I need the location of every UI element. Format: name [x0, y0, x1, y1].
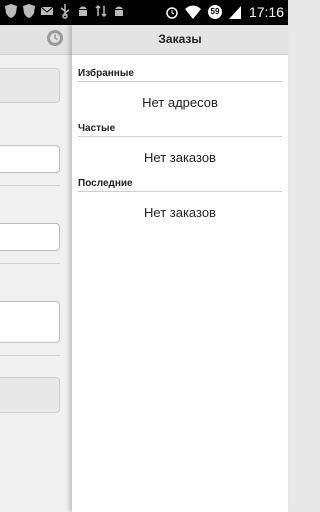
orders-drawer: Заказы Избранные Нет адресов Частые Нет …: [72, 25, 288, 512]
recent-section: Последние Нет заказов: [78, 177, 282, 220]
drawer-header: Заказы: [72, 25, 288, 55]
comment-field[interactable]: [0, 301, 60, 343]
section-label: Избранные: [78, 68, 134, 79]
divider: [0, 355, 60, 356]
drawer-title-text: Заказы: [158, 32, 202, 46]
section-label: Частые: [78, 123, 116, 134]
shield-icon: [5, 4, 17, 18]
battery-level: 59: [210, 7, 220, 16]
battery-icon: 59: [207, 4, 223, 20]
input-field[interactable]: [0, 223, 60, 251]
alarm-clock-icon: [166, 7, 178, 19]
drawer-title: Заказы: [72, 32, 288, 46]
favorites-section: Избранные Нет адресов: [78, 67, 282, 110]
input-field[interactable]: [0, 145, 60, 173]
divider: [78, 136, 282, 137]
empty-message: Нет заказов: [144, 150, 216, 165]
main-panel: [0, 25, 72, 512]
main-header: [0, 25, 72, 55]
android-icon: [79, 6, 87, 16]
wifi-icon: [184, 5, 201, 19]
usb-icon: [60, 4, 70, 19]
shield-icon: [23, 4, 35, 18]
status-bar: 59 17:16: [0, 0, 288, 25]
frequent-section: Частые Нет заказов: [78, 122, 282, 165]
section-label: Последние: [78, 178, 133, 189]
mail-icon: [40, 6, 54, 15]
history-clock-icon[interactable]: [46, 29, 64, 47]
divider: [78, 81, 282, 82]
divider: [0, 263, 60, 264]
clock-time: 17:16: [248, 4, 284, 20]
signal-icon: [228, 6, 241, 19]
submit-button[interactable]: [0, 377, 60, 413]
divider: [78, 191, 282, 192]
android-icon: [115, 6, 123, 16]
empty-message: Нет адресов: [142, 95, 218, 110]
empty-message: Нет заказов: [144, 205, 216, 220]
signal-arrow-icon: [95, 4, 107, 18]
divider: [0, 185, 60, 186]
address-field[interactable]: [0, 68, 60, 103]
